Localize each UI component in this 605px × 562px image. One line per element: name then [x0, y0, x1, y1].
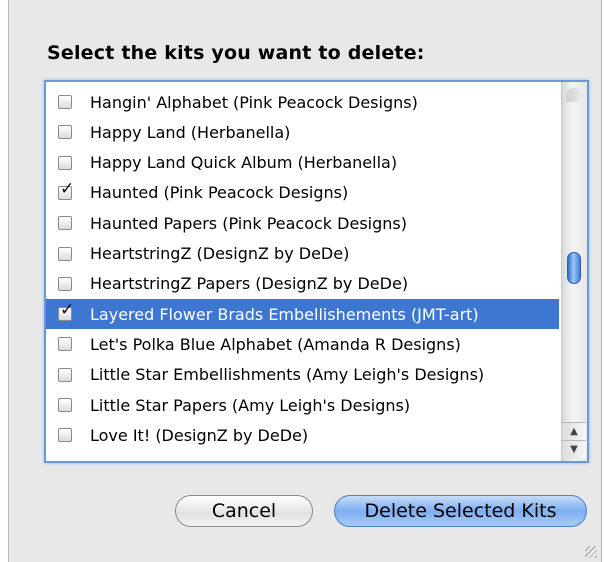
kit-list-rows: Hangin' Alphabet (Pink Peacock Designs) H… [46, 82, 559, 461]
kit-checkbox[interactable] [58, 95, 72, 109]
kit-list-item[interactable]: Haunted Papers (Pink Peacock Designs) [46, 208, 559, 238]
scroll-track-cap [566, 88, 582, 102]
checkmark-icon: ✓ [60, 178, 75, 199]
kit-checkbox[interactable]: ✓ [58, 302, 74, 322]
kit-label: Little Star Embellishments (Amy Leigh's … [90, 365, 485, 385]
kit-label: Love It! (DesignZ by DeDe) [90, 425, 309, 445]
vertical-scrollbar[interactable]: ▲ ▼ [561, 82, 587, 461]
kit-checkbox[interactable] [58, 246, 72, 261]
kit-list[interactable]: Hangin' Alphabet (Pink Peacock Designs) H… [44, 80, 589, 463]
kit-list-item[interactable]: Hangin' Alphabet (Pink Peacock Designs) [46, 87, 559, 117]
resize-grip-icon[interactable] [585, 546, 597, 558]
kit-checkbox[interactable] [58, 367, 72, 382]
kit-label: Hangin' Alphabet (Pink Peacock Designs) [90, 92, 418, 112]
kit-list-item[interactable]: Love It! (DesignZ by DeDe) [46, 420, 559, 450]
kit-label: Happy Land (Herbanella) [90, 122, 291, 142]
scroll-down-arrow-icon[interactable]: ▼ [562, 440, 586, 459]
delete-selected-kits-button[interactable]: Delete Selected Kits [334, 495, 587, 527]
kit-list-item[interactable]: HeartstringZ (DesignZ by DeDe) [46, 239, 559, 269]
kit-label: Haunted (Pink Peacock Designs) [90, 183, 349, 203]
kit-list-item[interactable]: Let's Polka Blue Alphabet (Amanda R Desi… [46, 329, 559, 359]
scroll-up-arrow-icon[interactable]: ▲ [562, 422, 586, 441]
kit-label: Let's Polka Blue Alphabet (Amanda R Desi… [90, 334, 461, 354]
kit-checkbox[interactable]: ✓ [58, 180, 74, 200]
kit-checkbox[interactable] [58, 216, 72, 231]
kit-list-item[interactable]: Happy Land (Herbanella) [46, 117, 559, 147]
kit-checkbox[interactable] [58, 125, 72, 140]
kit-checkbox[interactable] [58, 155, 72, 170]
kit-list-item[interactable]: Little Star Embellishments (Amy Leigh's … [46, 360, 559, 390]
kit-list-item[interactable]: Happy Land Quick Album (Herbanella) [46, 148, 559, 178]
kit-label: HeartstringZ (DesignZ by DeDe) [90, 244, 350, 263]
kit-checkbox[interactable] [58, 337, 72, 352]
checkmark-icon: ✓ [60, 300, 75, 321]
kit-list-item[interactable]: ✓ Haunted (Pink Peacock Designs) [46, 178, 559, 208]
kit-label: Happy Land Quick Album (Herbanella) [90, 153, 398, 173]
kit-label: Haunted Papers (Pink Peacock Designs) [90, 213, 407, 233]
kit-checkbox[interactable] [58, 428, 72, 443]
kit-checkbox[interactable] [58, 276, 72, 291]
kit-label: HeartstringZ Papers (DesignZ by DeDe) [90, 274, 409, 294]
delete-kits-dialog: Select the kits you want to delete: Hang… [8, 0, 602, 562]
scroll-thumb[interactable] [567, 252, 581, 284]
cancel-button[interactable]: Cancel [175, 495, 313, 527]
dialog-prompt: Select the kits you want to delete: [47, 42, 425, 64]
kit-checkbox[interactable] [58, 398, 72, 412]
kit-label: Layered Flower Brads Embellishements (JM… [90, 304, 479, 324]
kit-list-item[interactable]: Little Star Papers (Amy Leigh's Designs) [46, 390, 559, 420]
kit-label: Little Star Papers (Amy Leigh's Designs) [90, 395, 411, 415]
kit-list-item[interactable]: HeartstringZ Papers (DesignZ by DeDe) [46, 269, 559, 299]
kit-list-item[interactable]: ✓ Layered Flower Brads Embellishements (J… [46, 299, 559, 330]
